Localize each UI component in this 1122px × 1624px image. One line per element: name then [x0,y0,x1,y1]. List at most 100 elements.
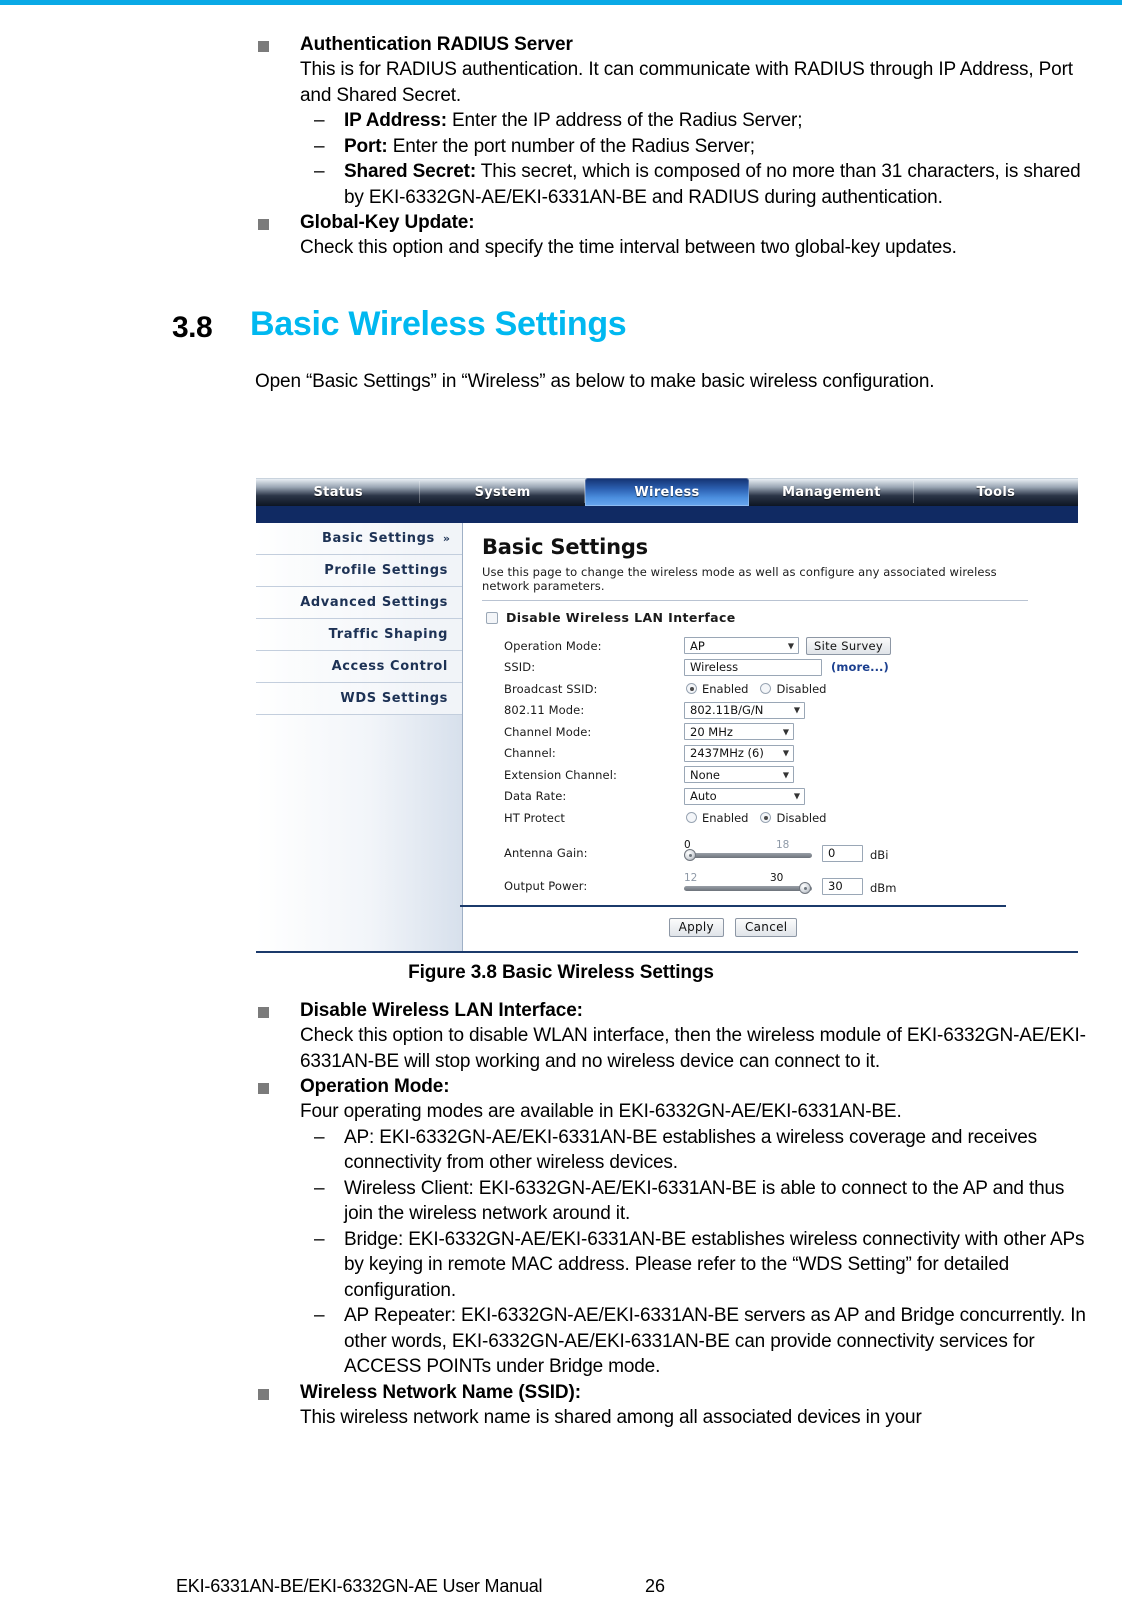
chevron-right-icon: » [442,532,450,545]
bullet-title: Authentication RADIUS Server [300,34,573,55]
sub-item: – Shared Secret: This secret, which is c… [300,159,1090,210]
sub-item: – Port: Enter the port number of the Rad… [300,134,1090,160]
sub-lead: IP Address: [344,110,447,131]
antenna-gain-track[interactable] [684,849,812,861]
antenna-gain-label: Antenna Gain: [504,845,588,860]
antenna-gain-ticks: 0 18 [684,839,812,853]
extension-channel-select[interactable]: None ▼ [684,766,794,784]
broadcast-ssid-radio-group: Enabled Disabled [686,682,826,696]
tab-management[interactable]: Management [749,478,915,506]
radio-unselected-icon[interactable] [686,812,697,824]
sidebar-item-advanced-settings[interactable]: Advanced Settings [256,587,462,619]
bullet-block-ssid: Wireless Network Name (SSID): This wirel… [0,1380,1122,1431]
output-power-track[interactable] [684,882,812,894]
data-rate-value: Auto [690,789,717,804]
antenna-gain-value: 0 [828,846,836,860]
radio-selected-icon[interactable] [760,812,772,824]
dash-bullet-icon: – [314,1126,325,1148]
sidebar-item-label: Profile Settings [324,563,448,578]
extension-channel-label: Extension Channel: [504,767,617,782]
ht-protect-radio-group: Enabled Disabled [686,811,826,825]
tab-system[interactable]: System [420,478,586,506]
operation-mode-select[interactable]: AP ▼ [684,637,799,655]
antenna-gain-input[interactable]: 0 [822,844,863,862]
channel-value: 2437MHz (6) [690,746,764,761]
sub-lead: Shared Secret: [344,161,477,182]
tab-status[interactable]: Status [256,478,421,506]
broadcast-ssid-disabled-label: Disabled [776,681,827,696]
section-heading: 3.8 Basic Wireless Settings [0,305,1122,353]
tab-wireless[interactable]: Wireless [584,478,750,506]
section-title: Basic Wireless Settings [250,304,627,343]
square-bullet-icon [258,219,269,230]
antenna-gain-knob[interactable] [684,849,696,861]
disable-wlan-row[interactable]: Disable Wireless LAN Interface [486,610,1064,625]
disable-wlan-label: Disable Wireless LAN Interface [506,610,736,625]
ssid-more-link[interactable]: (more...) [831,660,889,674]
page-footer: EKI-6331AN-BE/EKI-6332GN-AE User Manual … [0,1576,1122,1606]
ht-protect-enabled-option[interactable]: Enabled [686,811,748,825]
row-broadcast-ssid: Broadcast SSID: Enabled Disabled [504,678,1064,700]
channel-mode-select[interactable]: 20 MHz ▼ [684,723,794,741]
radio-unselected-icon[interactable] [760,683,772,695]
sidebar-item-traffic-shaping[interactable]: Traffic Shaping [256,619,462,651]
channel-select[interactable]: 2437MHz (6) ▼ [684,744,794,762]
router-ui-screenshot: Status System Wireless Management Tools … [256,473,1078,951]
ht-protect-label: HT Protect [504,810,565,825]
mode-80211-select[interactable]: 802.11B/G/N ▼ [684,701,805,719]
channel-mode-value: 20 MHz [690,724,733,739]
router-sidebar: Basic Settings » Profile Settings Advanc… [256,523,463,951]
square-bullet-icon [258,1083,269,1094]
cancel-button[interactable]: Cancel [734,917,798,937]
tab-tools[interactable]: Tools [914,478,1078,506]
radio-selected-icon[interactable] [686,683,697,695]
dash-bullet-icon: – [314,1228,325,1250]
bullet-body: Check this option and specify the time i… [300,237,957,258]
chevron-down-icon: ▼ [787,641,794,651]
sub-text: Enter the IP address of the Radius Serve… [446,110,803,131]
ht-protect-disabled-option[interactable]: Disabled [760,811,826,825]
bullet-title: Operation Mode: [300,1076,450,1097]
output-power-label: Output Power: [504,878,588,893]
output-power-unit: dBm [870,880,897,895]
chevron-down-icon: ▼ [782,770,789,780]
site-survey-button[interactable]: Site Survey [806,636,892,655]
row-output-power: Output Power: 12 30 30 dBm [504,862,1064,895]
output-power-slider[interactable]: 12 30 [684,872,812,895]
row-channel: Channel: 2437MHz (6) ▼ [504,743,1064,765]
sub-text: Bridge: EKI-6332GN-AE/EKI-6331AN-BE esta… [344,1228,1085,1301]
sub-text: AP Repeater: EKI-6332GN-AE/EKI-6331AN-BE… [344,1305,1086,1377]
bullet-title: Global-Key Update: [300,212,475,233]
broadcast-ssid-enabled-option[interactable]: Enabled [686,682,748,696]
figure-bottom-rule [256,951,1078,953]
channel-mode-label: Channel Mode: [504,724,592,739]
broadcast-ssid-enabled-label: Enabled [702,681,749,696]
row-ht-protect: HT Protect Enabled Disabled [504,807,1064,829]
bullet-body: This wireless network name is shared amo… [300,1406,922,1428]
disable-wlan-checkbox[interactable] [486,611,498,624]
data-rate-select[interactable]: Auto ▼ [684,787,805,805]
antenna-gain-slider[interactable]: 0 18 [684,839,812,862]
row-extension-channel: Extension Channel: None ▼ [504,764,1064,786]
dash-bullet-icon: – [314,1177,325,1199]
apply-button[interactable]: Apply [668,917,724,937]
output-power-knob[interactable] [799,882,811,894]
antenna-gain-unit: dBi [870,847,889,862]
output-power-ticks: 12 30 [684,872,812,886]
sidebar-item-basic-settings[interactable]: Basic Settings » [256,523,462,555]
sub-item: – AP: EKI-6332GN-AE/EKI-6331AN-BE establ… [300,1125,1090,1176]
ht-protect-disabled-label: Disabled [776,810,827,825]
sidebar-item-access-control[interactable]: Access Control [256,651,462,683]
sidebar-item-profile-settings[interactable]: Profile Settings [256,555,462,587]
sidebar-item-label: WDS Settings [340,691,448,706]
sidebar-item-label: Access Control [331,659,448,674]
broadcast-ssid-disabled-option[interactable]: Disabled [760,682,826,696]
operation-mode-label: Operation Mode: [504,638,602,653]
basic-settings-form: Operation Mode: AP ▼ Site Survey SSID: W… [504,635,1064,895]
form-actions: Apply Cancel [460,917,1006,937]
sidebar-item-wds-settings[interactable]: WDS Settings [256,683,462,715]
footer-page-number: 26 [645,1576,666,1596]
output-power-input[interactable]: 30 [822,877,863,895]
bullet-block-operation-mode: Operation Mode: Four operating modes are… [0,1074,1122,1380]
ssid-input[interactable]: Wireless [684,658,822,676]
